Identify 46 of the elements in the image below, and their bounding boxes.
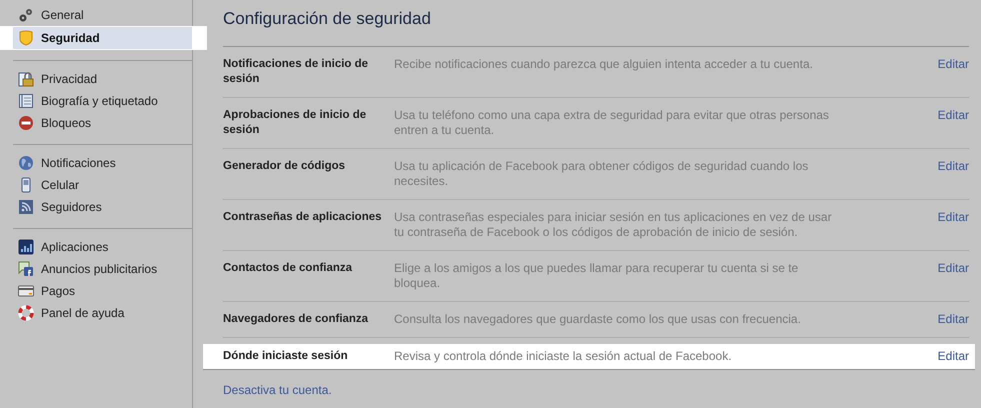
edit-link[interactable]: Editar [938,159,969,189]
setting-label: Contraseñas de aplicaciones [223,210,383,225]
sidebar-item[interactable]: Bloqueos [13,112,192,134]
setting-description: Revisa y controla dónde iniciaste la sesión actual de Facebook. [394,349,733,364]
edit-link[interactable]: Editar [938,210,969,240]
setting-description: Usa tu teléfono como una capa extra de seguridad para evitar que otras personas entren a tu cuenta. [394,108,830,138]
setting-description: Recibe notificaciones cuando parezca que alguien intenta acceder a tu cuenta. [394,57,814,73]
rss-icon [18,199,34,215]
sidebar-item[interactable]: Celular [13,174,192,196]
lock-icon [18,71,34,87]
setting-label: Contactos de confianza [223,261,354,276]
setting-description: Elige a los amigos a los que puedes llamar para recuperar tu cuenta si se te bloquea. [394,261,800,291]
sidebar-item[interactable]: Privacidad [13,68,192,90]
setting-description: Usa tu aplicación de Facebook para obtener códigos de seguridad cuando los necesites. [394,159,810,189]
setting-label: Notificaciones de inicio de sesión [223,57,370,87]
setting-label: Navegadores de confianza [223,312,370,327]
apps-icon [18,239,34,255]
gears-icon [18,7,34,23]
shield-icon [18,30,34,46]
setting-label: Dónde iniciaste sesión [223,349,349,364]
edit-link[interactable]: Editar [938,312,969,327]
edit-link[interactable]: Editar [938,57,969,87]
lifebuoy-icon [18,305,34,321]
sidebar-item[interactable]: Notificaciones [13,152,192,174]
ad-bubble-icon [18,261,34,277]
setting-description: Consulta los navegadores que guardaste como los que usas con frecuencia. [394,312,802,327]
edit-link[interactable]: Editar [938,349,969,364]
sidebar-item[interactable]: Biografía y etiquetado [13,90,192,112]
sidebar-item[interactable]: Pagos [13,280,192,302]
page-title: Configuración de seguridad [223,9,969,47]
sidebar-item[interactable]: Anuncios publicitarios [13,258,192,280]
timeline-icon [18,93,34,109]
sidebar-item[interactable]: Panel de ayuda [13,302,192,324]
edit-link[interactable]: Editar [938,261,969,291]
globe-icon [18,155,34,171]
setting-label: Generador de códigos [223,159,346,174]
setting-description: Usa contraseñas especiales para iniciar sesión en tus aplicaciones en vez de usar tu contraseña de Facebook o los códigos de aprobación de inicio de sesión. [394,210,833,240]
edit-link[interactable]: Editar [938,108,969,138]
setting-label: Aprobaciones de inicio de sesión [223,108,368,138]
sidebar-item[interactable]: Seguridad [13,27,192,49]
deactivate-link[interactable]: Desactiva tu cuenta. [223,383,332,398]
credit-card-icon [18,283,34,299]
sidebar-item[interactable]: General [13,4,192,26]
sidebar-item[interactable]: Aplicaciones [13,236,192,258]
no-entry-icon [18,115,34,131]
sidebar-item[interactable]: Seguidores [13,196,192,218]
